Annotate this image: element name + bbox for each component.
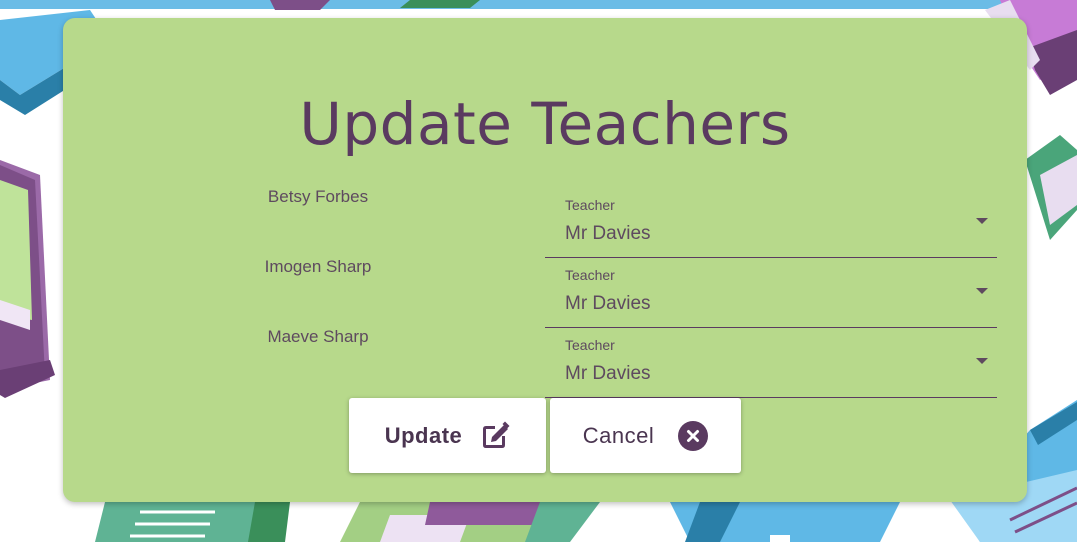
cancel-button-label: Cancel [582,422,655,448]
teacher-select-label: Teacher [565,337,615,353]
update-button[interactable]: Update [349,398,546,473]
student-name: Imogen Sharp [264,257,372,276]
edit-icon [480,421,510,451]
teacher-select[interactable]: Teacher Mr Davies [545,337,997,398]
page-title: Update Teachers [299,90,791,158]
student-name: Maeve Sharp [267,327,369,346]
teacher-select-value: Mr Davies [565,363,651,384]
dropdown-arrow-icon [976,218,988,224]
update-button-label: Update [384,422,463,448]
teacher-select-label: Teacher [565,197,615,213]
student-name: Betsy Forbes [267,187,369,206]
dropdown-arrow-icon [976,358,988,364]
teacher-select[interactable]: Teacher Mr Davies [545,267,997,328]
teacher-select-value: Mr Davies [565,223,651,244]
teacher-select-value: Mr Davies [565,293,651,314]
teacher-select-label: Teacher [565,267,615,283]
close-circle-icon [678,420,709,451]
dropdown-arrow-icon [976,288,988,294]
teacher-select[interactable]: Teacher Mr Davies [545,197,997,258]
cancel-button[interactable]: Cancel [550,398,741,473]
